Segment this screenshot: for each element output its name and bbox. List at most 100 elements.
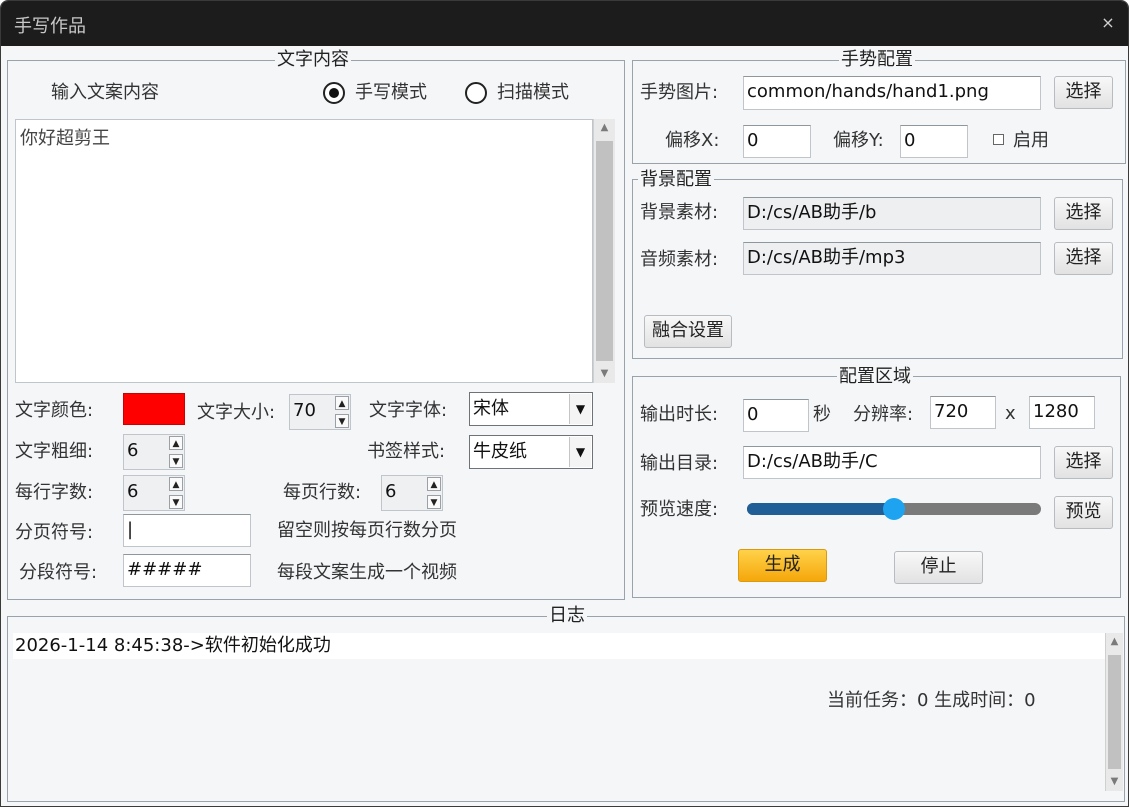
output-config-title: 配置区域 xyxy=(837,366,913,387)
text-weight-spinner[interactable]: 6 ▲ ▼ xyxy=(123,434,185,470)
spin-down-icon[interactable]: ▼ xyxy=(169,454,183,468)
background-material-label: 背景素材: xyxy=(640,202,719,223)
text-color-label: 文字颜色: xyxy=(15,400,94,421)
generate-button[interactable]: 生成 xyxy=(738,549,827,582)
text-size-value: 70 xyxy=(293,400,316,421)
offset-x-input[interactable]: 0 xyxy=(743,125,811,158)
text-weight-label: 文字粗细: xyxy=(15,441,94,462)
chars-per-line-spinner[interactable]: 6 ▲ ▼ xyxy=(123,475,185,511)
app-window: 手写作品 × 文字内容 输入文案内容 手写模式 扫描模式 你好超剪王 ▲ ▼ 文… xyxy=(0,0,1129,807)
offset-y-label: 偏移Y: xyxy=(833,130,884,151)
offset-y-input[interactable]: 0 xyxy=(900,125,968,158)
lines-per-page-spinner[interactable]: 6 ▲ ▼ xyxy=(381,475,443,511)
spin-down-icon[interactable]: ▼ xyxy=(427,495,441,509)
audio-material-input[interactable]: D:/cs/AB助手/mp3 xyxy=(743,242,1041,275)
output-dir-select-button[interactable]: 选择 xyxy=(1054,446,1113,479)
background-select-button[interactable]: 选择 xyxy=(1054,197,1113,230)
page-separator-hint: 留空则按每页行数分页 xyxy=(277,520,457,541)
handwrite-mode-label[interactable]: 手写模式 xyxy=(355,81,427,105)
text-size-label: 文字大小: xyxy=(197,402,276,423)
spin-up-icon[interactable]: ▲ xyxy=(427,477,441,491)
duration-input[interactable]: 0 xyxy=(743,399,809,432)
spin-down-icon[interactable]: ▼ xyxy=(335,414,349,428)
spin-up-icon[interactable]: ▲ xyxy=(169,477,183,491)
log-scrollbar[interactable]: ▲ ▼ xyxy=(1105,633,1123,791)
log-list[interactable]: 2026-1-14 8:45:38->软件初始化成功 当前任务：0 生成时间：0 xyxy=(13,633,1105,791)
task-status-text: 当前任务：0 生成时间：0 xyxy=(827,690,1036,711)
close-icon[interactable]: × xyxy=(1100,15,1116,31)
content-textarea[interactable]: 你好超剪王 xyxy=(15,119,593,383)
content-scrollbar[interactable]: ▲ ▼ xyxy=(593,119,615,383)
slider-knob[interactable] xyxy=(883,498,905,520)
gesture-image-value: common/hands/hand1.png xyxy=(747,81,989,102)
text-color-swatch[interactable] xyxy=(123,393,185,425)
scroll-down-icon[interactable]: ▼ xyxy=(1106,773,1123,791)
offset-x-label: 偏移X: xyxy=(665,130,720,151)
background-material-input[interactable]: D:/cs/AB助手/b xyxy=(743,197,1041,230)
gesture-image-label: 手势图片: xyxy=(640,82,719,103)
page-separator-label: 分页符号: xyxy=(15,522,94,543)
paragraph-separator-input[interactable]: ##### xyxy=(123,554,251,587)
resolution-width-input[interactable]: 720 xyxy=(930,396,996,429)
text-font-select[interactable]: 宋体 ▼ xyxy=(469,392,593,426)
resolution-label: 分辨率: xyxy=(853,404,914,425)
scroll-up-icon[interactable]: ▲ xyxy=(1106,633,1123,651)
bookmark-style-value: 牛皮纸 xyxy=(473,441,527,462)
audio-select-button[interactable]: 选择 xyxy=(1054,242,1113,275)
blend-settings-button[interactable]: 融合设置 xyxy=(644,315,732,348)
preview-button[interactable]: 预览 xyxy=(1054,496,1113,529)
resolution-height-value: 1280 xyxy=(1033,401,1079,422)
spin-up-icon[interactable]: ▲ xyxy=(335,396,349,410)
scroll-down-icon[interactable]: ▼ xyxy=(594,365,615,383)
chars-per-line-value: 6 xyxy=(127,481,139,502)
page-separator-input[interactable]: | xyxy=(123,514,251,547)
resolution-times: x xyxy=(1005,403,1016,424)
spin-up-icon[interactable]: ▲ xyxy=(169,436,183,450)
content-text: 你好超剪王 xyxy=(20,128,110,149)
content-prompt-label: 输入文案内容 xyxy=(51,82,159,103)
paragraph-separator-hint: 每段文案生成一个视频 xyxy=(277,562,457,583)
preview-speed-slider[interactable] xyxy=(747,497,1041,521)
scan-mode-label[interactable]: 扫描模式 xyxy=(497,81,569,105)
log-title: 日志 xyxy=(547,605,587,626)
output-dir-input[interactable]: D:/cs/AB助手/C xyxy=(743,446,1041,479)
text-content-title: 文字内容 xyxy=(275,49,351,70)
log-entry: 2026-1-14 8:45:38->软件初始化成功 xyxy=(13,633,1105,659)
gesture-image-select-button[interactable]: 选择 xyxy=(1054,76,1113,109)
gesture-config-title: 手势配置 xyxy=(839,49,915,70)
chevron-down-icon[interactable]: ▼ xyxy=(569,437,591,467)
duration-value: 0 xyxy=(747,404,759,425)
text-font-label: 文字字体: xyxy=(369,400,448,421)
title-bar[interactable]: 手写作品 × xyxy=(1,1,1128,46)
gesture-enable-checkbox[interactable] xyxy=(993,134,1004,145)
chevron-down-icon[interactable]: ▼ xyxy=(569,394,591,424)
lines-per-page-label: 每页行数: xyxy=(283,482,362,503)
output-dir-label: 输出目录: xyxy=(640,453,719,474)
handwrite-mode-radio[interactable] xyxy=(323,82,345,104)
text-font-value: 宋体 xyxy=(473,398,509,419)
preview-speed-label: 预览速度: xyxy=(640,499,719,520)
spin-down-icon[interactable]: ▼ xyxy=(169,495,183,509)
background-material-value: D:/cs/AB助手/b xyxy=(747,202,877,223)
duration-unit: 秒 xyxy=(813,404,831,425)
scroll-up-icon[interactable]: ▲ xyxy=(594,119,615,137)
audio-material-label: 音频素材: xyxy=(640,249,719,270)
slider-fill xyxy=(747,503,894,515)
scroll-thumb[interactable] xyxy=(596,141,613,361)
scroll-thumb[interactable] xyxy=(1108,655,1121,769)
window-title: 手写作品 xyxy=(14,16,86,37)
bookmark-style-label: 书签样式: xyxy=(367,441,446,462)
offset-x-value: 0 xyxy=(747,130,759,151)
lines-per-page-value: 6 xyxy=(385,481,397,502)
gesture-enable-label[interactable]: 启用 xyxy=(1013,129,1049,153)
audio-material-value: D:/cs/AB助手/mp3 xyxy=(747,247,906,268)
text-size-spinner[interactable]: 70 ▲ ▼ xyxy=(289,394,351,430)
bookmark-style-select[interactable]: 牛皮纸 ▼ xyxy=(469,435,593,469)
offset-y-value: 0 xyxy=(904,130,916,151)
duration-label: 输出时长: xyxy=(640,404,719,425)
stop-button[interactable]: 停止 xyxy=(894,551,983,584)
gesture-image-input[interactable]: common/hands/hand1.png xyxy=(743,76,1041,110)
resolution-height-input[interactable]: 1280 xyxy=(1029,396,1095,429)
scan-mode-radio[interactable] xyxy=(465,82,487,104)
paragraph-separator-value: ##### xyxy=(127,559,203,580)
